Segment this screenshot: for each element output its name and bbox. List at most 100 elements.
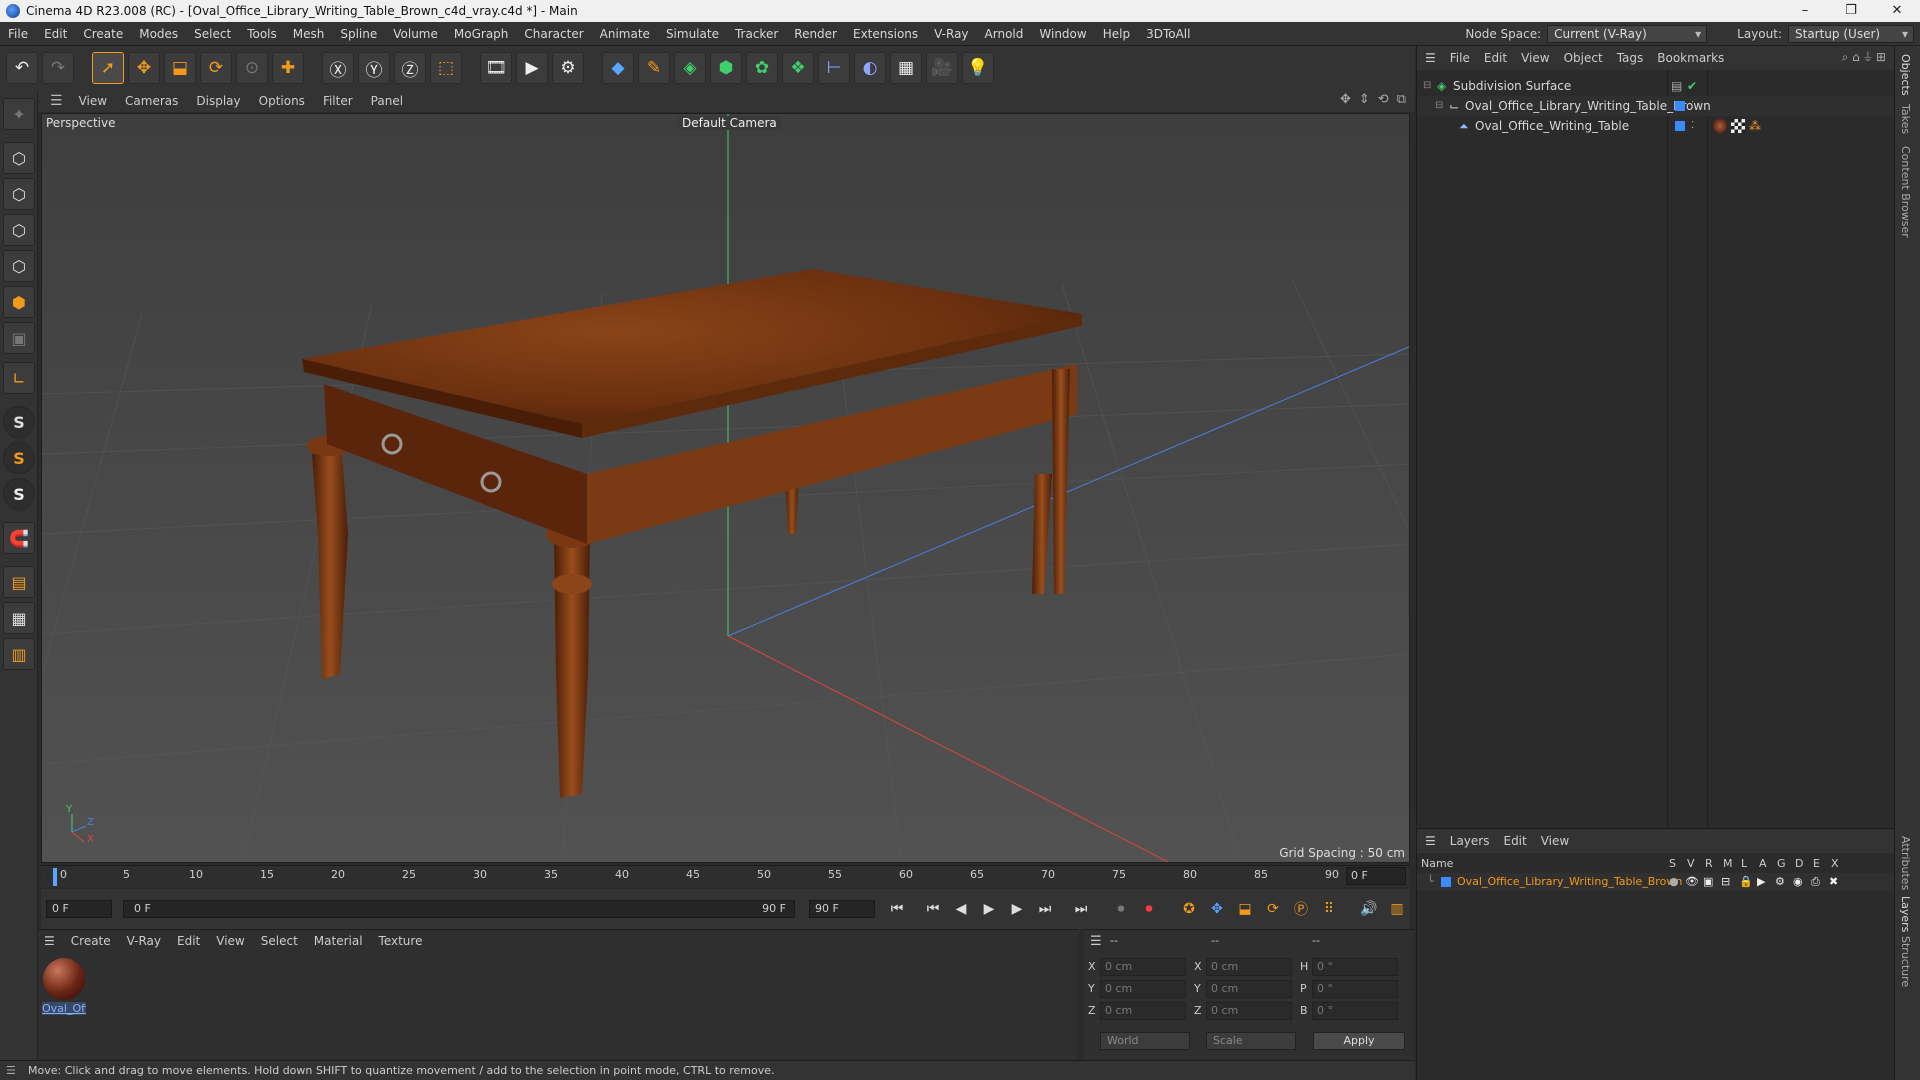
mograph-icon[interactable]: ❖ (782, 52, 814, 84)
frame-range-slider[interactable]: 0 F 90 F (123, 900, 795, 918)
current-frame-field[interactable]: 0 F (1346, 867, 1406, 885)
menu-3dtoall[interactable]: 3DToAll (1138, 27, 1198, 41)
redo-icon[interactable]: ↷ (42, 52, 74, 84)
editor-visibility-icon[interactable]: ▤ (1671, 76, 1682, 96)
object-name[interactable]: Oval_Office_Library_Writing_Table_Brown (1465, 96, 1711, 116)
tab-attributes[interactable]: Attributes (1899, 836, 1912, 890)
menu-render[interactable]: Render (786, 27, 845, 41)
polygons-mode-icon[interactable]: ⬡ (3, 250, 35, 282)
enabled-check-icon[interactable]: ✔ (1687, 76, 1697, 96)
render-view-icon[interactable]: ▶ (516, 52, 548, 84)
visibility-dots-icon[interactable]: ⁚ (1691, 116, 1694, 136)
y-axis-icon[interactable]: Ⓨ (358, 52, 390, 84)
position-z-field[interactable]: 0 cm (1100, 1002, 1186, 1020)
pen-icon[interactable]: ✎ (638, 52, 670, 84)
object-name[interactable]: Oval_Office_Writing_Table (1475, 116, 1629, 136)
locked-workplane-icon[interactable]: ▥ (3, 638, 35, 670)
position-y-field[interactable]: 0 cm (1100, 980, 1186, 998)
viewport-menu-display[interactable]: Display (188, 94, 248, 108)
layer-menu-edit[interactable]: Edit (1496, 834, 1533, 848)
motion-system-icon[interactable]: 🔊 (1357, 897, 1381, 921)
end-frame-field[interactable]: 90 F (809, 900, 875, 918)
workplane-axis-icon[interactable]: ∟ (3, 362, 35, 394)
menu-spline[interactable]: Spline (332, 27, 385, 41)
viewport-menu-view[interactable]: View (71, 94, 115, 108)
menu-tracker[interactable]: Tracker (727, 27, 786, 41)
close-button[interactable]: ✕ (1874, 0, 1920, 22)
vray-tag-icon[interactable]: ⁂ (1749, 116, 1761, 136)
visibility-dots-icon[interactable]: ⁚ (1691, 96, 1694, 116)
point-level-icon[interactable]: ⠿ (1317, 897, 1341, 921)
minimize-button[interactable]: – (1782, 0, 1828, 22)
menu-vray[interactable]: V-Ray (926, 27, 976, 41)
cloner-icon[interactable]: ✿ (746, 52, 778, 84)
material-name[interactable]: Oval_Off (42, 1002, 86, 1015)
camera-icon[interactable]: 🎥 (926, 52, 958, 84)
snap-settings-icon[interactable]: S (3, 442, 35, 474)
x-axis-icon[interactable]: Ⓧ (322, 52, 354, 84)
deformers-flag-icon[interactable]: ◉ (1793, 873, 1803, 891)
uv-mode-icon[interactable]: ⬢ (3, 286, 35, 318)
coordinate-system-icon[interactable]: ⬚ (430, 52, 462, 84)
material-menu-view[interactable]: View (208, 934, 252, 948)
light-icon[interactable]: 💡 (962, 52, 994, 84)
menu-tools[interactable]: Tools (239, 27, 285, 41)
search-icon[interactable]: ⌕ ⌂ ⏚ ⊞ (1842, 50, 1886, 65)
material-menu-material[interactable]: Material (306, 934, 371, 948)
hamburger-icon[interactable]: ☰ (44, 93, 69, 109)
layer-menu-view[interactable]: View (1534, 834, 1576, 848)
viewport-camera-label[interactable]: Default Camera (678, 116, 781, 130)
collapse-icon[interactable]: ⊟ (1435, 96, 1443, 116)
edges-mode-icon[interactable]: ⬡ (3, 214, 35, 246)
cube-icon[interactable]: ◆ (602, 52, 634, 84)
xref-flag-icon[interactable]: ✖ (1829, 873, 1838, 891)
render-flag-icon[interactable]: ▣ (1703, 873, 1713, 891)
menu-mograph[interactable]: MoGraph (446, 27, 517, 41)
play-icon[interactable]: ▶ (977, 897, 1001, 921)
layer-color-swatch[interactable] (1675, 121, 1685, 131)
menu-file[interactable]: File (0, 27, 36, 41)
menu-create[interactable]: Create (75, 27, 131, 41)
layer-menu-layers[interactable]: Layers (1443, 834, 1497, 848)
coordinate-space-dropdown[interactable]: World (1100, 1032, 1190, 1050)
position-key-icon[interactable]: ✥ (1205, 897, 1229, 921)
rotate-icon[interactable]: ⟳ (200, 52, 232, 84)
prev-frame-icon[interactable]: ◀ (949, 897, 973, 921)
rotation-key-icon[interactable]: ⟳ (1261, 897, 1285, 921)
tab-structure[interactable]: Structure (1899, 936, 1912, 987)
maximize-button[interactable]: ❐ (1828, 0, 1874, 22)
layer-color-swatch[interactable] (1441, 877, 1451, 887)
measure-icon[interactable]: ⊢ (818, 52, 850, 84)
go-to-end-icon[interactable]: ⏭ (1069, 897, 1093, 921)
playhead[interactable] (53, 868, 57, 886)
tab-takes[interactable]: Takes (1899, 104, 1912, 134)
object-menu-edit[interactable]: Edit (1477, 51, 1514, 65)
deformer-icon[interactable]: ◐ (854, 52, 886, 84)
texture-mode-icon[interactable]: ⬡ (3, 142, 35, 174)
object-row-subdivision[interactable]: ⊟ ◈ Subdivision Surface ▤ ✔ (1417, 76, 1895, 96)
menu-arnold[interactable]: Arnold (977, 27, 1032, 41)
material-preview-ball[interactable] (43, 958, 85, 1000)
menu-character[interactable]: Character (516, 27, 591, 41)
coordinate-mode-dropdown[interactable]: Scale (1206, 1032, 1296, 1050)
material-menu-vray[interactable]: V-Ray (119, 934, 169, 948)
object-name[interactable]: Subdivision Surface (1453, 76, 1571, 96)
perspective-viewport[interactable]: Perspective Default Camera Y Z X Grid Sp… (41, 113, 1410, 863)
expressions-flag-icon[interactable]: ⎙ (1811, 873, 1820, 891)
subdivision-icon[interactable]: ◈ (674, 52, 706, 84)
object-row-writing-table[interactable]: ⏶ Oval_Office_Writing_Table ⁚ ⁂ (1417, 116, 1895, 136)
animation-flag-icon[interactable]: ▶ (1757, 873, 1765, 891)
size-x-field[interactable]: 0 cm (1206, 958, 1292, 976)
size-y-field[interactable]: 0 cm (1206, 980, 1292, 998)
menu-window[interactable]: Window (1031, 27, 1094, 41)
viewport-menu-options[interactable]: Options (251, 94, 313, 108)
menu-extensions[interactable]: Extensions (845, 27, 926, 41)
snap-sync-icon[interactable]: S (3, 478, 35, 510)
z-axis-icon[interactable]: Ⓩ (394, 52, 426, 84)
render-settings-icon[interactable]: ⚙ (552, 52, 584, 84)
hamburger-icon[interactable]: ☰ (1425, 51, 1443, 65)
scale-key-icon[interactable]: ⬓ (1233, 897, 1257, 921)
maximize-view-icon[interactable]: ⧉ (1397, 92, 1406, 107)
node-space-dropdown[interactable]: Current (V-Ray) (1547, 25, 1708, 43)
layer-color-swatch[interactable] (1675, 101, 1685, 111)
